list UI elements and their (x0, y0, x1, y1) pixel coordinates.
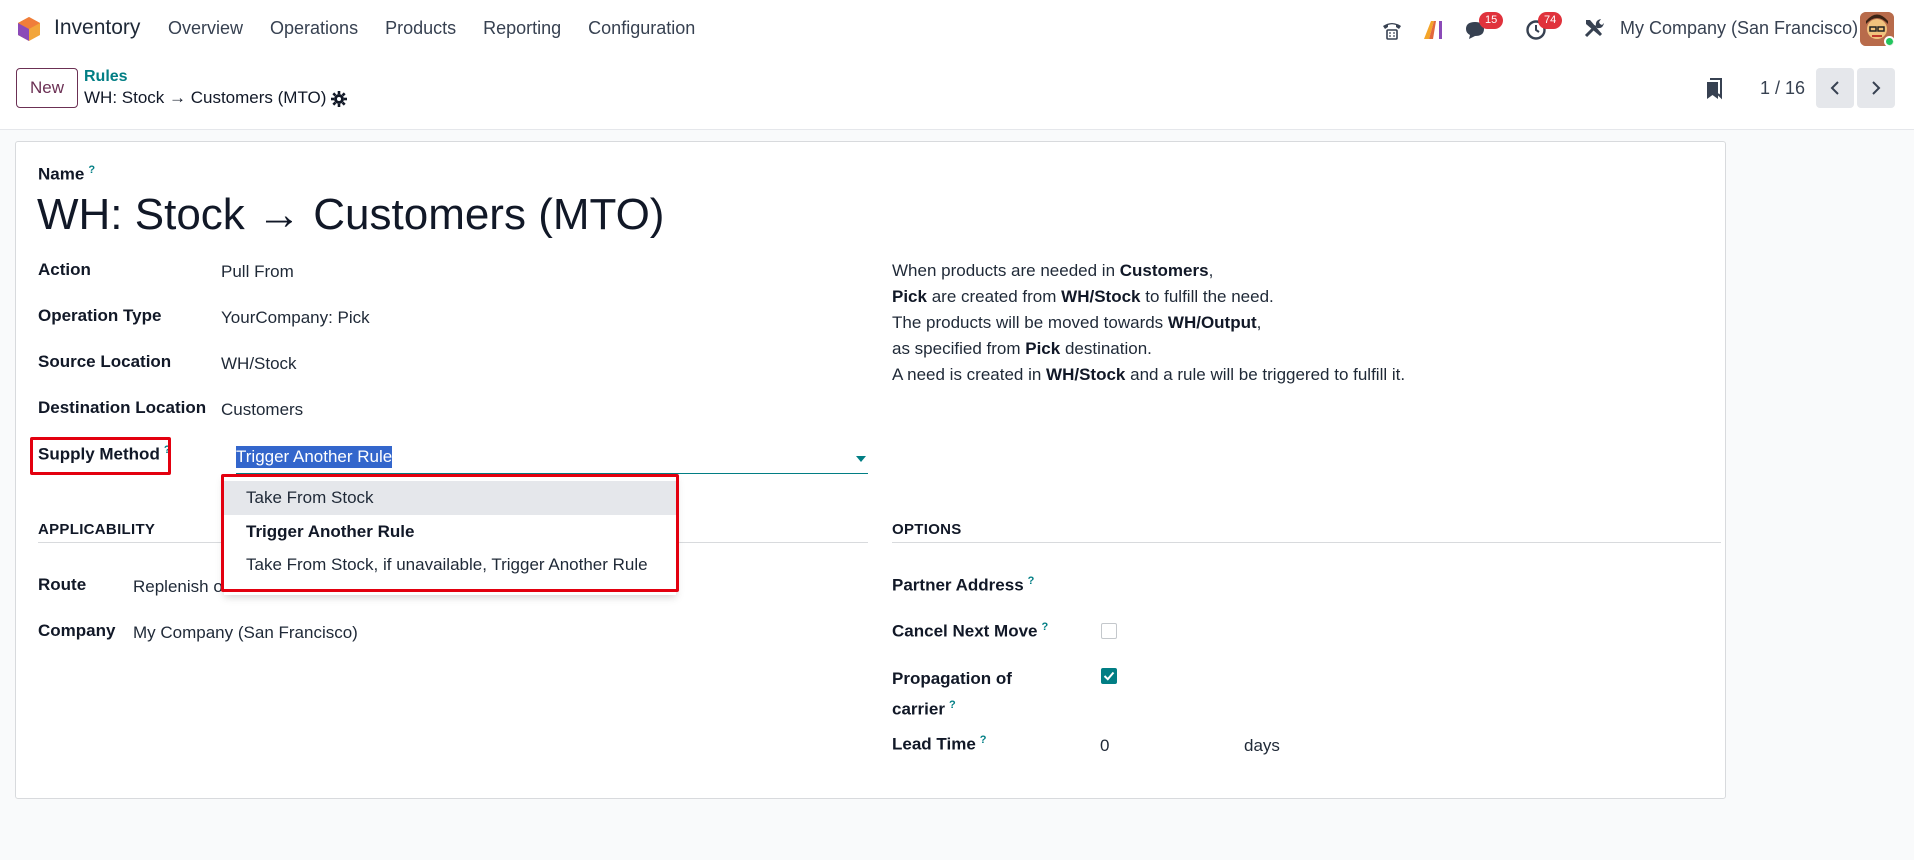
route-label: Route (38, 575, 87, 594)
menu-item-operations[interactable]: Operations (270, 18, 358, 39)
lead-time-unit: days (1244, 736, 1280, 755)
company-switcher[interactable]: My Company (San Francisco) (1620, 18, 1858, 39)
pager-previous-button[interactable] (1816, 68, 1854, 108)
chevron-right-icon (1872, 81, 1881, 95)
pager-next-button[interactable] (1857, 68, 1895, 108)
action-value[interactable]: Pull From (221, 262, 294, 282)
company-label: Company (38, 621, 116, 640)
breadcrumb-rules[interactable]: Rules (84, 68, 128, 86)
rule-explanation: When products are needed in Customers, P… (892, 261, 1406, 384)
route-value[interactable]: Replenish o (133, 577, 223, 597)
operation-type-value[interactable]: YourCompany: Pick (221, 308, 370, 328)
phone-icon[interactable] (1380, 18, 1404, 42)
control-panel: New Rules WH: Stock → Customers (MTO) 1 … (0, 58, 1914, 130)
menu-item-products[interactable]: Products (385, 18, 456, 39)
app-name[interactable]: Inventory (54, 16, 140, 40)
menu-item-reporting[interactable]: Reporting (483, 18, 561, 39)
destination-location-value[interactable]: Customers (221, 400, 303, 420)
gear-icon[interactable] (330, 90, 348, 108)
destination-location-label: Destination Location (38, 398, 207, 417)
lead-time-label: Lead Time? (892, 734, 987, 754)
messages-badge: 15 (1479, 12, 1504, 29)
inventory-app-icon[interactable] (16, 16, 42, 42)
cancel-next-move-checkbox[interactable] (1101, 623, 1117, 639)
form-sheet: Name? WH: Stock → Customers (MTO) Action… (15, 141, 1726, 799)
pager-value[interactable]: 1 / 16 (1760, 78, 1805, 99)
dropdown-highlight (221, 474, 679, 592)
supply-method-select[interactable]: Trigger Another Rule (236, 444, 868, 474)
activities-badge: 74 (1538, 12, 1563, 29)
applicability-section-title: APPLICABILITY (38, 521, 156, 538)
cancel-next-move-label: Cancel Next Move? (892, 621, 1049, 641)
chevron-left-icon (1830, 81, 1839, 95)
action-label: Action (38, 260, 91, 279)
menu-item-configuration[interactable]: Configuration (588, 18, 695, 39)
propagation-carrier-label: Propagation of carrier? (892, 669, 1012, 719)
options-divider (892, 542, 1721, 543)
main-menu: Overview Operations Products Reporting C… (168, 18, 722, 39)
supply-method-value: Trigger Another Rule (236, 446, 393, 468)
propagation-carrier-checkbox[interactable] (1101, 668, 1117, 684)
user-avatar[interactable] (1860, 12, 1894, 46)
partner-address-label: Partner Address? (892, 575, 1035, 595)
operation-type-label: Operation Type (38, 306, 162, 325)
source-location-label: Source Location (38, 352, 172, 371)
breadcrumb-current: WH: Stock → Customers (MTO) (84, 88, 327, 107)
options-section-title: OPTIONS (892, 521, 962, 538)
name-label: Name? (38, 164, 96, 184)
company-value[interactable]: My Company (San Francisco) (133, 623, 358, 643)
menu-item-overview[interactable]: Overview (168, 18, 243, 39)
source-location-value[interactable]: WH/Stock (221, 354, 297, 374)
record-title[interactable]: WH: Stock → Customers (MTO) (37, 190, 664, 240)
caret-down-icon (856, 456, 866, 462)
supply-method-label-highlight (30, 437, 171, 475)
lead-time-value[interactable]: 0 (1100, 736, 1109, 756)
top-navbar: Inventory Overview Operations Products R… (0, 0, 1914, 58)
tools-icon[interactable] (1582, 16, 1606, 40)
bookmark-icon[interactable] (1705, 78, 1723, 100)
new-button[interactable]: New (16, 68, 78, 108)
ai-icon[interactable] (1422, 18, 1446, 42)
checkmark-icon (1103, 671, 1115, 681)
